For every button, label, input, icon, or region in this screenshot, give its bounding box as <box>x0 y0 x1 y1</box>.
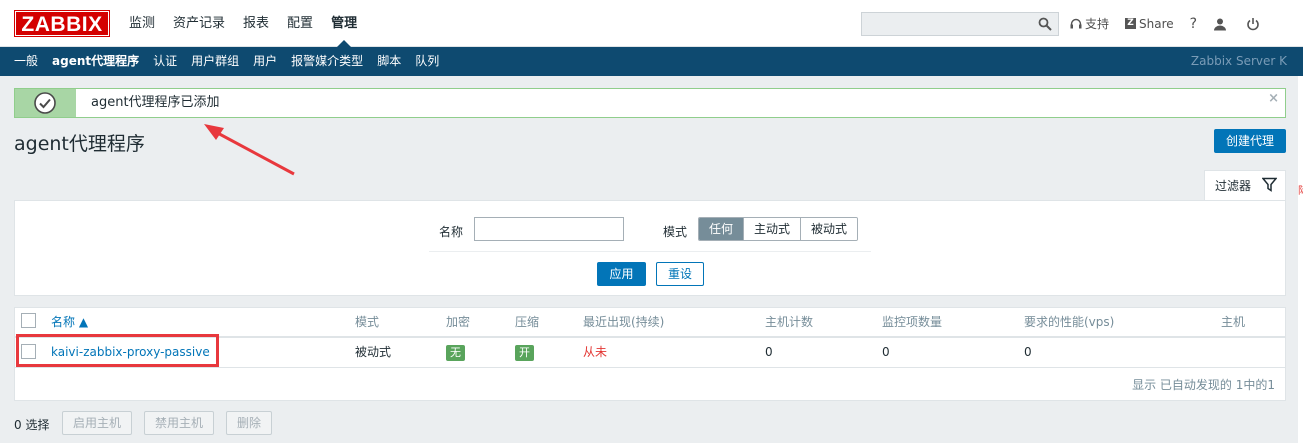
left-edge <box>0 76 4 443</box>
search-input[interactable] <box>861 12 1059 36</box>
sub-menu: 一般 agent代理程序 认证 用户群组 用户 报警媒介类型 脚本 队列 Zab… <box>0 47 1303 76</box>
filter-mode-selector: 任何 主动式 被动式 <box>698 217 859 241</box>
create-proxy-button[interactable]: 创建代理 <box>1214 129 1286 153</box>
submenu-users[interactable]: 用户 <box>246 47 284 76</box>
server-name: Zabbix Server K <box>1190 54 1287 68</box>
filter-name-input[interactable] <box>474 217 624 241</box>
user-icon <box>1214 18 1227 30</box>
item-count-value: 0 <box>882 345 890 359</box>
reset-button[interactable]: 重设 <box>656 262 704 286</box>
menu-reports[interactable]: 报表 <box>234 0 278 47</box>
delete-button[interactable]: 删除 <box>226 411 273 435</box>
column-encryption: 加密 <box>446 315 471 329</box>
help-icon: ? <box>1189 15 1198 32</box>
header-icons: 支持 Z Share ? <box>1070 0 1279 47</box>
right-edge <box>1298 76 1303 443</box>
right-edge-mark: 际 <box>1298 182 1303 197</box>
enable-hosts-button[interactable]: 启用主机 <box>62 411 133 435</box>
close-icon[interactable]: × <box>1268 91 1279 106</box>
share-link[interactable]: Z Share <box>1125 17 1174 31</box>
last-seen-value: 从未 <box>583 345 608 359</box>
submenu-general[interactable]: 一般 <box>0 47 45 76</box>
mode-option-any[interactable]: 任何 <box>699 218 745 240</box>
filter-icon <box>1262 177 1277 192</box>
share-z-icon: Z <box>1125 18 1137 29</box>
compression-badge: 开 <box>515 345 534 361</box>
notice-message: agent代理程序已添加 <box>91 95 220 110</box>
row-divider <box>15 367 1285 368</box>
host-count-value: 0 <box>765 345 773 359</box>
filter-tab[interactable]: 过滤器 <box>1204 170 1286 200</box>
check-circle-icon <box>34 92 56 114</box>
support-label: 支持 <box>1085 17 1110 31</box>
mode-option-passive[interactable]: 被动式 <box>801 218 858 240</box>
headset-icon <box>1070 18 1082 28</box>
search-icon[interactable] <box>1038 17 1052 31</box>
required-performance-value: 0 <box>1024 345 1032 359</box>
filter-panel: 名称 模式 任何 主动式 被动式 应用 重设 <box>14 200 1286 296</box>
column-item-count: 监控项数量 <box>882 315 943 329</box>
share-label: Share <box>1139 16 1174 31</box>
notice-icon-area <box>15 89 76 117</box>
support-link[interactable]: 支持 <box>1070 15 1109 32</box>
selected-count: 0 选择 <box>14 418 50 432</box>
encryption-badge: 无 <box>446 345 465 361</box>
help-button[interactable]: ? <box>1190 16 1197 32</box>
menu-monitoring[interactable]: 监测 <box>120 0 164 47</box>
column-mode: 模式 <box>355 315 380 329</box>
menu-administration[interactable]: 管理 <box>322 0 366 47</box>
table-footer: 显示 已自动发现的 1中的1 <box>1132 378 1275 392</box>
menu-inventory[interactable]: 资产记录 <box>164 0 234 47</box>
column-hosts: 主机 <box>1221 315 1246 329</box>
column-name[interactable]: 名称 ▲ <box>51 314 88 330</box>
power-icon <box>1247 17 1259 30</box>
submenu-proxies[interactable]: agent代理程序 <box>45 47 146 76</box>
submenu-media-types[interactable]: 报警媒介类型 <box>284 47 370 76</box>
proxy-mode: 被动式 <box>355 345 392 359</box>
disable-hosts-button[interactable]: 禁用主机 <box>144 411 215 435</box>
user-profile-button[interactable] <box>1213 17 1230 31</box>
success-notification: agent代理程序已添加 × <box>14 88 1286 118</box>
submenu-user-groups[interactable]: 用户群组 <box>184 47 246 76</box>
top-header: ZABBIX 监测 资产记录 报表 配置 管理 支持 Z Share ? <box>0 0 1303 47</box>
logout-button[interactable] <box>1246 17 1263 31</box>
filter-tab-label: 过滤器 <box>1215 179 1252 193</box>
menu-configuration[interactable]: 配置 <box>278 0 322 47</box>
column-compression: 压缩 <box>515 315 540 329</box>
column-host-count: 主机计数 <box>765 315 814 329</box>
main-menu: 监测 资产记录 报表 配置 管理 <box>120 0 366 47</box>
filter-mode-label: 模式 <box>663 225 688 239</box>
page-title: agent代理程序 <box>14 133 145 155</box>
zabbix-logo[interactable]: ZABBIX <box>14 10 110 37</box>
submenu-queue[interactable]: 队列 <box>408 47 446 76</box>
column-required-performance: 要求的性能(vps) <box>1024 315 1115 329</box>
filter-name-label: 名称 <box>439 225 464 239</box>
submenu-authentication[interactable]: 认证 <box>146 47 184 76</box>
submenu-scripts[interactable]: 脚本 <box>370 47 408 76</box>
annotation-highlight-box <box>16 334 219 367</box>
select-all-checkbox[interactable] <box>21 313 36 328</box>
filter-divider <box>429 251 871 252</box>
annotation-arrow <box>204 124 295 176</box>
apply-button[interactable]: 应用 <box>597 262 646 286</box>
mode-option-active[interactable]: 主动式 <box>744 218 802 240</box>
column-last-seen: 最近出现(持续) <box>583 315 665 329</box>
